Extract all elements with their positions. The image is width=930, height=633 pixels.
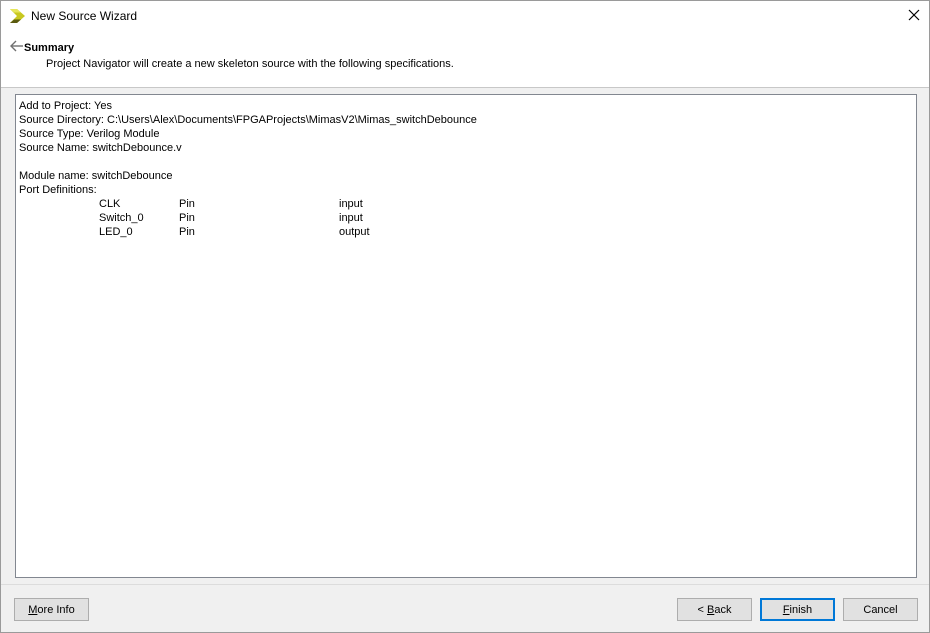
port-row: LED_0 Pin output: [19, 225, 913, 239]
new-source-wizard-window: New Source Wizard Summary Project Naviga…: [0, 0, 930, 633]
port-row: CLK Pin input: [19, 197, 913, 211]
port-direction: input: [339, 198, 363, 210]
wizard-header: Summary Project Navigator will create a …: [1, 32, 929, 88]
back-arrow-icon[interactable]: [10, 40, 24, 52]
finish-button[interactable]: Finish: [760, 598, 835, 621]
port-type: Pin: [179, 212, 195, 224]
summary-port-definitions-label: Port Definitions:: [19, 184, 97, 196]
port-name: LED_0: [99, 226, 133, 238]
summary-source-directory: Source Directory: C:\Users\Alex\Document…: [19, 114, 477, 126]
page-title: Summary: [24, 42, 75, 54]
port-direction: input: [339, 212, 363, 224]
summary-module-name: Module name: switchDebounce: [19, 170, 173, 182]
more-info-button[interactable]: More Info: [14, 598, 89, 621]
title-bar: New Source Wizard: [1, 1, 929, 32]
more-info-label: More Info: [28, 603, 75, 616]
xilinx-chevron-icon: [10, 9, 26, 23]
port-name: Switch_0: [99, 212, 144, 224]
port-name: CLK: [99, 198, 121, 210]
port-row: Switch_0 Pin input: [19, 211, 913, 225]
summary-spacer: [19, 155, 913, 169]
close-icon: [908, 9, 920, 24]
back-label: < Back: [697, 603, 732, 616]
button-bar: More Info < Back Finish Cancel: [1, 584, 929, 632]
window-title: New Source Wizard: [31, 9, 138, 23]
summary-source-name: Source Name: switchDebounce.v: [19, 142, 182, 154]
finish-label: Finish: [782, 603, 813, 616]
cancel-label: Cancel: [863, 603, 898, 616]
summary-text-area[interactable]: Add to Project: Yes Source Directory: C:…: [15, 94, 917, 578]
port-type: Pin: [179, 198, 195, 210]
back-button[interactable]: < Back: [677, 598, 752, 621]
cancel-button[interactable]: Cancel: [843, 598, 918, 621]
summary-add-to-project: Add to Project: Yes: [19, 100, 112, 112]
page-description: Project Navigator will create a new skel…: [46, 58, 454, 70]
port-type: Pin: [179, 226, 195, 238]
summary-source-type: Source Type: Verilog Module: [19, 128, 160, 140]
close-button[interactable]: [899, 1, 929, 32]
port-direction: output: [339, 226, 370, 238]
